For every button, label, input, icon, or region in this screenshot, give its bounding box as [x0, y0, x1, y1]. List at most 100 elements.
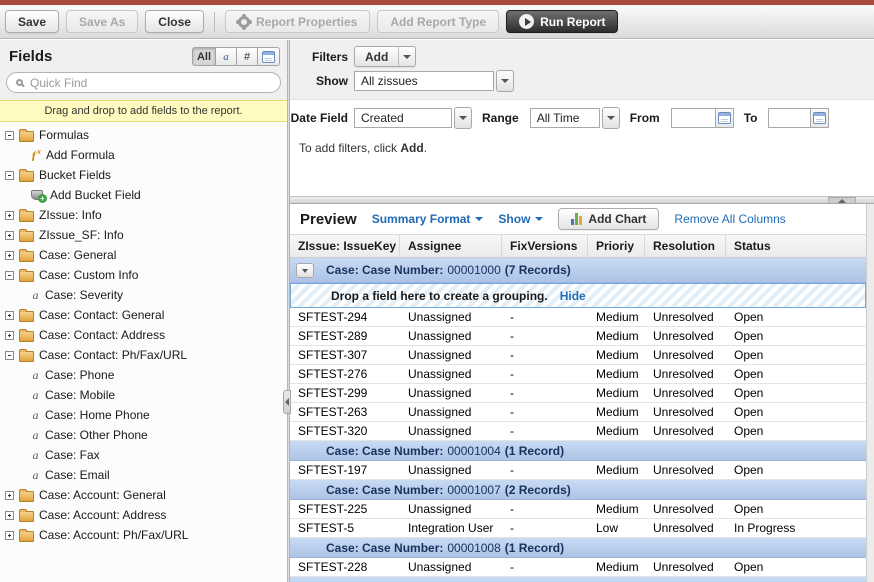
- show-menu[interactable]: Show: [498, 212, 543, 226]
- tree-item-case-contact-general[interactable]: Case: Contact: General: [0, 305, 287, 325]
- filter-date-fields-button[interactable]: [258, 47, 280, 66]
- tree-item-add-formula[interactable]: ƒxAdd Formula: [0, 145, 287, 165]
- expand-expander-icon[interactable]: [5, 331, 14, 340]
- to-date-input[interactable]: [768, 108, 810, 128]
- remove-all-columns-link[interactable]: Remove All Columns: [674, 212, 785, 226]
- collapse-fields-panel-handle[interactable]: [283, 390, 291, 414]
- table-row: SFTEST-320Unassigned-MediumUnresolvedOpe…: [290, 422, 866, 441]
- tree-item-case-severity[interactable]: aCase: Severity: [0, 285, 287, 305]
- to-calendar-button[interactable]: [810, 108, 829, 128]
- folder-icon: [19, 131, 34, 142]
- range-dropdown-value[interactable]: All Time: [530, 108, 600, 128]
- to-label: To: [744, 111, 758, 125]
- folder-icon: [19, 251, 34, 262]
- folder-icon: [19, 231, 34, 242]
- report-properties-label: Report Properties: [256, 15, 357, 29]
- close-button[interactable]: Close: [145, 10, 204, 33]
- tree-item-add-bucket-field[interactable]: Add Bucket Field: [0, 185, 287, 205]
- collapse-expander-icon[interactable]: [5, 271, 14, 280]
- preview-vertical-scrollbar[interactable]: [866, 204, 874, 582]
- tree-item-case-contact-phfaxurl[interactable]: Case: Contact: Ph/Fax/URL: [0, 345, 287, 365]
- date-field-dropdown-value[interactable]: Created: [354, 108, 452, 128]
- tree-item-formulas[interactable]: Formulas: [0, 125, 287, 145]
- show-dropdown-value[interactable]: All zissues: [354, 71, 494, 91]
- horizontal-splitter[interactable]: [290, 196, 874, 204]
- date-field-dropdown[interactable]: Created: [354, 107, 472, 129]
- add-filter-button[interactable]: Add: [354, 46, 416, 67]
- tree-item-bucket-fields[interactable]: Bucket Fields: [0, 165, 287, 185]
- filter-text-fields-button[interactable]: a: [216, 47, 237, 66]
- column-header-resolution[interactable]: Resolution: [645, 235, 726, 257]
- panel-vertical-divider[interactable]: [287, 40, 290, 582]
- chevron-left-icon: [285, 398, 289, 406]
- tree-item-case-account-general[interactable]: Case: Account: General: [0, 485, 287, 505]
- collapse-expander-icon[interactable]: [5, 131, 14, 140]
- column-header-issuekey[interactable]: ZIssue: IssueKey: [290, 235, 400, 257]
- tree-item-case-account-phfaxurl[interactable]: Case: Account: Ph/Fax/URL: [0, 525, 287, 545]
- show-dropdown[interactable]: All zissues: [354, 70, 514, 92]
- report-properties-button[interactable]: Report Properties: [225, 10, 370, 33]
- column-header-fixversions[interactable]: FixVersions: [502, 235, 588, 257]
- tree-item-case-contact-address[interactable]: Case: Contact: Address: [0, 325, 287, 345]
- expand-expander-icon[interactable]: [5, 311, 14, 320]
- table-row: SFTEST-289Unassigned-MediumUnresolvedOpe…: [290, 327, 866, 346]
- tree-item-case-mobile[interactable]: aCase: Mobile: [0, 385, 287, 405]
- tree-item-case-email[interactable]: aCase: Email: [0, 465, 287, 485]
- summary-format-menu[interactable]: Summary Format: [372, 212, 484, 226]
- expand-expander-icon[interactable]: [5, 491, 14, 500]
- table-row: SFTEST-307Unassigned-MediumUnresolvedOpe…: [290, 346, 866, 365]
- text-field-icon: a: [31, 408, 40, 423]
- run-report-button[interactable]: Run Report: [506, 10, 618, 33]
- add-chart-button[interactable]: Add Chart: [558, 208, 659, 230]
- column-header-status[interactable]: Status: [726, 235, 866, 257]
- tree-item-case-custom-info[interactable]: Case: Custom Info: [0, 265, 287, 285]
- group-collapse-button[interactable]: [296, 263, 314, 278]
- preview-table-header: ZIssue: IssueKey Assignee FixVersions Pr…: [290, 234, 866, 258]
- chevron-down-icon[interactable]: [454, 107, 472, 129]
- table-row: SFTEST-299Unassigned-MediumUnresolvedOpe…: [290, 384, 866, 403]
- group-header: Case: Case Number: 00001007 (2 Records): [290, 480, 866, 500]
- expand-expander-icon[interactable]: [5, 231, 14, 240]
- text-field-icon: a: [31, 448, 40, 463]
- tree-item-case-account-address[interactable]: Case: Account: Address: [0, 505, 287, 525]
- add-report-type-button[interactable]: Add Report Type: [377, 10, 499, 33]
- column-header-assignee[interactable]: Assignee: [400, 235, 502, 257]
- filter-number-fields-button[interactable]: #: [237, 47, 258, 66]
- table-row: SFTEST-276Unassigned-MediumUnresolvedOpe…: [290, 365, 866, 384]
- tree-item-case-general[interactable]: Case: General: [0, 245, 287, 265]
- save-button-label: Save: [18, 15, 46, 29]
- calendar-icon: [262, 51, 275, 63]
- expand-expander-icon[interactable]: [5, 251, 14, 260]
- chevron-down-icon[interactable]: [496, 70, 514, 92]
- expand-expander-icon[interactable]: [5, 531, 14, 540]
- hide-drop-zone-link[interactable]: Hide: [560, 289, 586, 303]
- tree-item-case-home-phone[interactable]: aCase: Home Phone: [0, 405, 287, 425]
- from-calendar-button[interactable]: [715, 108, 734, 128]
- chevron-down-icon[interactable]: [398, 47, 415, 66]
- expand-expander-icon[interactable]: [5, 511, 14, 520]
- collapse-filters-handle[interactable]: [828, 197, 856, 204]
- expand-expander-icon[interactable]: [5, 211, 14, 220]
- collapse-expander-icon[interactable]: [5, 171, 14, 180]
- save-as-button[interactable]: Save As: [66, 10, 138, 33]
- folder-icon: [19, 491, 34, 502]
- column-header-priority[interactable]: Prioriy: [588, 235, 645, 257]
- quick-find-input[interactable]: [30, 76, 271, 90]
- filter-all-button[interactable]: All: [192, 47, 216, 66]
- tree-item-zissue-sf-info[interactable]: ZIssue_SF: Info: [0, 225, 287, 245]
- folder-icon: [19, 351, 34, 362]
- from-date-input[interactable]: [671, 108, 715, 128]
- search-icon: [16, 79, 23, 86]
- tree-item-zissue-info[interactable]: ZIssue: Info: [0, 205, 287, 225]
- tree-item-case-fax[interactable]: aCase: Fax: [0, 445, 287, 465]
- tree-item-case-other-phone[interactable]: aCase: Other Phone: [0, 425, 287, 445]
- text-field-icon: a: [31, 428, 40, 443]
- tree-item-case-phone[interactable]: aCase: Phone: [0, 365, 287, 385]
- range-dropdown[interactable]: All Time: [530, 107, 620, 129]
- chevron-down-icon: [535, 217, 543, 221]
- collapse-expander-icon[interactable]: [5, 351, 14, 360]
- chevron-down-icon[interactable]: [602, 107, 620, 129]
- grouping-drop-zone[interactable]: Drop a field here to create a grouping. …: [290, 283, 866, 308]
- date-field-label: Date Field: [290, 111, 348, 125]
- save-button[interactable]: Save: [5, 10, 59, 33]
